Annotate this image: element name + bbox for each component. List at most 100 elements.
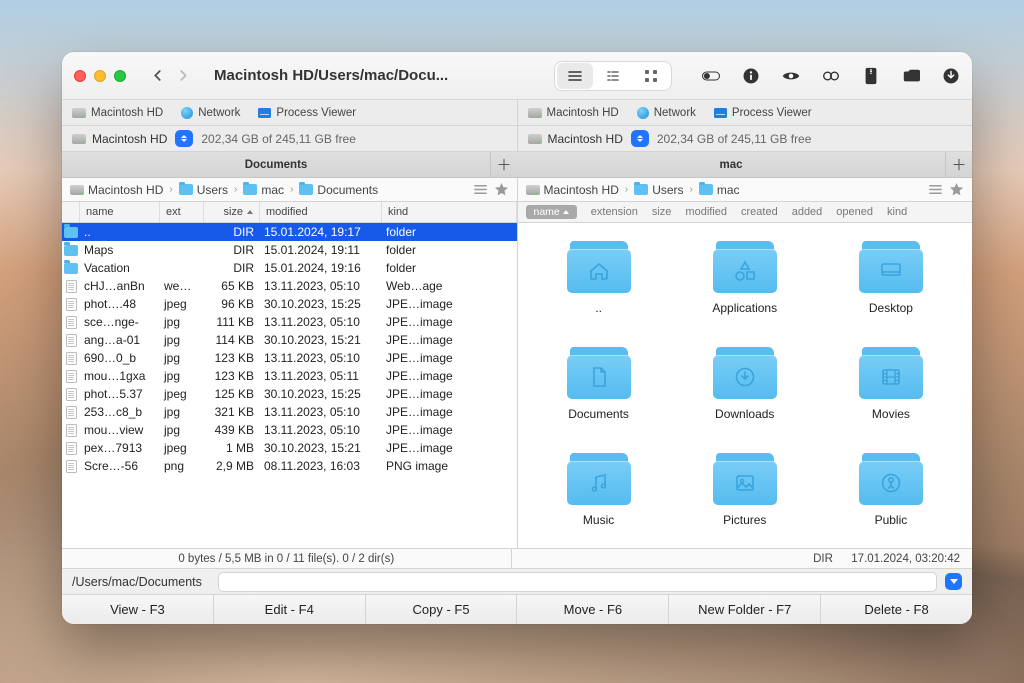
list-row[interactable]: pex…7913jpeg1 MB30.10.2023, 15:21JPE…ima… bbox=[62, 439, 517, 457]
list-row[interactable]: VacationDIR15.01.2024, 19:16folder bbox=[62, 259, 517, 277]
icon-view[interactable]: .. Applications Desktop Documents DownloadsM… bbox=[518, 223, 973, 548]
drive-popup-button-right[interactable] bbox=[631, 130, 649, 147]
folder-icon bbox=[567, 241, 631, 293]
folder-item-desktop[interactable]: Desktop bbox=[818, 241, 964, 315]
list-row[interactable]: mou…1gxajpg123 KB13.11.2023, 05:11JPE…im… bbox=[62, 367, 517, 385]
view-columns-icon[interactable] bbox=[595, 63, 631, 89]
star-icon[interactable] bbox=[494, 182, 509, 197]
add-tab-left[interactable]: ＋ bbox=[491, 152, 517, 177]
zoom-button[interactable] bbox=[114, 70, 126, 82]
list-row[interactable]: mou…viewjpg439 KB13.11.2023, 05:10JPE…im… bbox=[62, 421, 517, 439]
folder-icon bbox=[713, 453, 777, 505]
titlebar: Macintosh HD/Users/mac/Docu... bbox=[62, 52, 972, 100]
icon-col-kind[interactable]: kind bbox=[887, 206, 907, 218]
breadcrumb-row: Macintosh HD›Users›mac›Documents Macinto… bbox=[62, 178, 972, 202]
file-icon bbox=[66, 316, 77, 329]
folder-item-downloads[interactable]: Downloads bbox=[672, 347, 818, 421]
volume-macintosh-hd[interactable]: Macintosh HD bbox=[528, 107, 619, 119]
download-icon[interactable] bbox=[942, 67, 960, 85]
col-size[interactable]: size bbox=[204, 202, 260, 222]
folder-icon bbox=[243, 184, 257, 195]
list-mini-icon[interactable] bbox=[473, 182, 488, 197]
view-grid-icon[interactable] bbox=[633, 63, 669, 89]
cmd-edit[interactable]: Edit - F4 bbox=[214, 595, 366, 624]
folder-item-documents[interactable]: Documents bbox=[526, 347, 672, 421]
tab-left[interactable]: Documents bbox=[62, 152, 491, 177]
folder-item--[interactable]: .. bbox=[526, 241, 672, 315]
volume-process-viewer[interactable]: Process Viewer bbox=[714, 107, 812, 119]
view-list-icon[interactable] bbox=[557, 63, 593, 89]
list-row[interactable]: 690…0_bjpg123 KB13.11.2023, 05:10JPE…ima… bbox=[62, 349, 517, 367]
volume-process-viewer[interactable]: Process Viewer bbox=[258, 107, 356, 119]
list-row[interactable]: phot…5.37jpeg125 KB30.10.2023, 15:25JPE…… bbox=[62, 385, 517, 403]
folder-label: Documents bbox=[568, 407, 629, 421]
list-row[interactable]: sce…nge-jpg111 KB13.11.2023, 05:10JPE…im… bbox=[62, 313, 517, 331]
crumb-users[interactable]: Users bbox=[634, 183, 683, 197]
col-kind[interactable]: kind bbox=[382, 202, 517, 222]
folder-item-pictures[interactable]: Pictures bbox=[672, 453, 818, 527]
crumb-mac[interactable]: mac bbox=[243, 183, 284, 197]
crumb-macintosh-hd[interactable]: Macintosh HD bbox=[526, 183, 619, 197]
icon-col-added[interactable]: added bbox=[792, 206, 823, 218]
icon-col-created[interactable]: created bbox=[741, 206, 778, 218]
add-tab-right[interactable]: ＋ bbox=[946, 152, 972, 177]
folder-icon bbox=[64, 263, 78, 274]
drive-label-left[interactable]: Macintosh HD bbox=[72, 132, 167, 146]
volume-network[interactable]: Network bbox=[181, 107, 240, 119]
list-row[interactable]: MapsDIR15.01.2024, 19:11folder bbox=[62, 241, 517, 259]
airdrop-icon[interactable] bbox=[822, 67, 840, 85]
file-icon bbox=[66, 388, 77, 401]
col-name[interactable]: name bbox=[80, 202, 160, 222]
list-row[interactable]: cHJ…anBnwe…65 KB13.11.2023, 05:10Web…age bbox=[62, 277, 517, 295]
icon-col-name[interactable]: name bbox=[526, 205, 577, 219]
crumb-documents[interactable]: Documents bbox=[299, 183, 378, 197]
cmd-copy[interactable]: Copy - F5 bbox=[366, 595, 518, 624]
list-row[interactable]: Scre…-56png2,9 MB08.11.2023, 16:03PNG im… bbox=[62, 457, 517, 475]
tab-right[interactable]: mac bbox=[517, 152, 946, 177]
cmd-move[interactable]: Move - F6 bbox=[517, 595, 669, 624]
folder-item-movies[interactable]: Movies bbox=[818, 347, 964, 421]
volume-network[interactable]: Network bbox=[637, 107, 696, 119]
back-button[interactable] bbox=[144, 63, 170, 89]
cmd-new[interactable]: New Folder - F7 bbox=[669, 595, 821, 624]
info-icon[interactable] bbox=[742, 67, 760, 85]
icon-col-modified[interactable]: modified bbox=[685, 206, 727, 218]
list-mini-icon[interactable] bbox=[928, 182, 943, 197]
folder-item-applications[interactable]: Applications bbox=[672, 241, 818, 315]
col-ext[interactable]: ext bbox=[160, 202, 204, 222]
path-dropdown-button[interactable] bbox=[945, 573, 962, 590]
folder-item-music[interactable]: Music bbox=[526, 453, 672, 527]
list-row[interactable]: 253…c8_bjpg321 KB13.11.2023, 05:10JPE…im… bbox=[62, 403, 517, 421]
volume-macintosh-hd[interactable]: Macintosh HD bbox=[72, 107, 163, 119]
forward-button[interactable] bbox=[170, 63, 196, 89]
crumb-users[interactable]: Users bbox=[179, 183, 228, 197]
view-mode-switch bbox=[554, 61, 672, 91]
cmd-delete[interactable]: Delete - F8 bbox=[821, 595, 972, 624]
icon-col-size[interactable]: size bbox=[652, 206, 672, 218]
cmd-view[interactable]: View - F3 bbox=[62, 595, 214, 624]
list-row[interactable]: phot….48jpeg96 KB30.10.2023, 15:25JPE…im… bbox=[62, 295, 517, 313]
folder-label: Applications bbox=[712, 301, 777, 315]
quicklook-icon[interactable] bbox=[782, 67, 800, 85]
crumb-mac[interactable]: mac bbox=[699, 183, 740, 197]
drive-label-right[interactable]: Macintosh HD bbox=[528, 132, 623, 146]
folder-item-public[interactable]: Public bbox=[818, 453, 964, 527]
icon-col-extension[interactable]: extension bbox=[591, 206, 638, 218]
close-button[interactable] bbox=[74, 70, 86, 82]
icon-col-opened[interactable]: opened bbox=[836, 206, 873, 218]
minimize-button[interactable] bbox=[94, 70, 106, 82]
compress-icon[interactable] bbox=[862, 67, 880, 85]
drive-popup-button-left[interactable] bbox=[175, 130, 193, 147]
share-icon[interactable] bbox=[902, 67, 920, 85]
hidden-toggle-icon[interactable] bbox=[702, 67, 720, 85]
list-row[interactable]: ang…a-01jpg114 KB30.10.2023, 15:21JPE…im… bbox=[62, 331, 517, 349]
drive-icon bbox=[528, 134, 542, 144]
list-row[interactable]: ..DIR15.01.2024, 19:17folder bbox=[62, 223, 517, 241]
app-window: Macintosh HD/Users/mac/Docu... Macintosh… bbox=[62, 52, 972, 624]
col-modified[interactable]: modified bbox=[260, 202, 382, 222]
crumb-macintosh-hd[interactable]: Macintosh HD bbox=[70, 183, 163, 197]
file-list[interactable]: ..DIR15.01.2024, 19:17folderMapsDIR15.01… bbox=[62, 223, 517, 548]
star-icon[interactable] bbox=[949, 182, 964, 197]
path-input[interactable] bbox=[218, 572, 937, 592]
folder-label: Public bbox=[875, 513, 908, 527]
